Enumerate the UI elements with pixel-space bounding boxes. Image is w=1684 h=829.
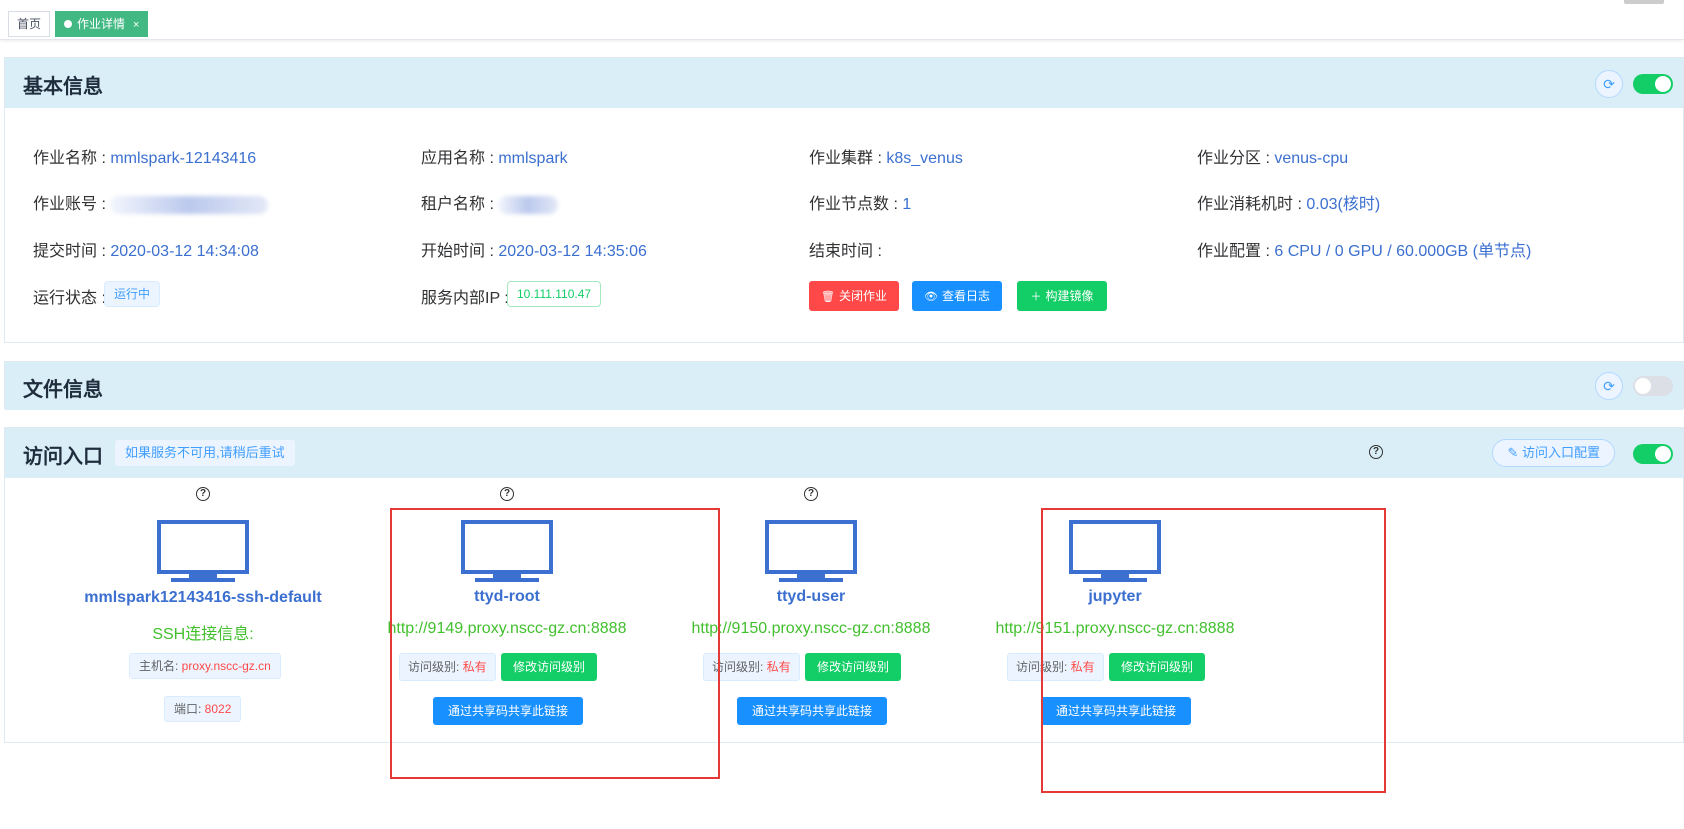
field-tenant: 租户名称 : (421, 190, 559, 214)
field-nodes: 作业节点数 : 1 (809, 196, 912, 213)
help-icon[interactable]: ? (1369, 445, 1383, 459)
refresh-icon[interactable]: ⟳ (1595, 70, 1623, 98)
build-image-button[interactable]: ＋构建镜像 (1017, 281, 1107, 311)
status-badge: 运行中 (104, 281, 161, 307)
entry-ssh: ? mmlspark12143416-ssh-default SSH连接信息: … (53, 478, 353, 738)
ssh-port-tag: 端口: 8022 (164, 696, 242, 722)
basic-info-title: 基本信息 (23, 76, 103, 98)
ssh-host-tag: 主机名: proxy.nscc-gz.cn (129, 653, 281, 679)
access-header: 访问入口 如果服务不可用,请稍后重试 ? ✎ 访问入口配置 (5, 428, 1683, 478)
eye-icon: 👁 (924, 291, 938, 303)
field-submit-time: 提交时间 : 2020-03-12 14:34:08 (33, 243, 259, 260)
modify-level-button[interactable]: 修改访问级别 (805, 653, 902, 681)
file-info-header: 文件信息 ⟳ (5, 362, 1683, 410)
field-cluster: 作业集群 : k8s_venus (809, 150, 963, 167)
field-internal-ip: 服务内部IP : (421, 290, 509, 307)
access-title: 访问入口 (23, 446, 103, 468)
file-info-toggle[interactable] (1633, 376, 1673, 396)
field-config: 作业配置 : 6 CPU / 0 GPU / 60.000GB (单节点) (1197, 243, 1532, 260)
field-cost: 作业消耗机时 : 0.03(核时) (1197, 196, 1381, 213)
redacted-account (110, 195, 269, 214)
monitor-icon[interactable] (765, 520, 857, 584)
entry-name[interactable]: mmlspark12143416-ssh-default (53, 589, 353, 607)
tab-job-detail[interactable]: 作业详情 × (55, 11, 149, 37)
monitor-icon[interactable] (157, 520, 249, 584)
tags-view-bar: 首页 作业详情 × (0, 0, 1684, 40)
ip-badge: 10.111.110.47 (507, 281, 602, 307)
access-config-button[interactable]: ✎ 访问入口配置 (1492, 439, 1615, 467)
field-partition: 作业分区 : venus-cpu (1197, 150, 1349, 167)
field-account: 作业账号 : (33, 190, 269, 214)
field-app-name: 应用名称 : mmlspark (421, 150, 568, 167)
access-hint: 如果服务不可用,请稍后重试 (115, 440, 295, 466)
trash-icon: 🗑 (821, 291, 835, 303)
plus-icon: ＋ (1030, 291, 1042, 303)
help-icon[interactable]: ? (804, 487, 818, 501)
highlight-box-jupyter (1041, 508, 1386, 793)
field-job-name: 作业名称 : mmlspark-12143416 (33, 150, 257, 167)
file-info-card: 文件信息 ⟳ (4, 361, 1684, 410)
redacted-tenant (498, 195, 559, 214)
tab-home[interactable]: 首页 (8, 11, 51, 37)
view-log-button[interactable]: 👁 查看日志 (912, 281, 1002, 311)
help-icon[interactable]: ? (500, 487, 514, 501)
share-link-button[interactable]: 通过共享码共享此链接 (737, 697, 887, 725)
refresh-icon[interactable]: ⟳ (1595, 372, 1623, 400)
field-status: 运行状态 : (33, 290, 106, 307)
ssh-info-label: SSH连接信息: (152, 626, 254, 643)
file-info-title: 文件信息 (23, 379, 103, 401)
field-end-time: 结束时间 : (809, 243, 882, 260)
basic-info-card: 基本信息 ⟳ 作业名称 : mmlspark-12143416 应用名称 : m… (4, 57, 1684, 343)
edit-icon: ✎ (1507, 445, 1522, 460)
help-icon[interactable]: ? (196, 487, 210, 501)
basic-info-toggle[interactable] (1633, 74, 1673, 94)
active-dot-icon (64, 20, 72, 28)
access-toggle[interactable] (1633, 444, 1673, 464)
field-start-time: 开始时间 : 2020-03-12 14:35:06 (421, 243, 647, 260)
close-icon[interactable]: × (133, 19, 139, 31)
scroll-stub (1624, 0, 1664, 4)
basic-info-header: 基本信息 ⟳ (5, 58, 1683, 108)
close-job-button[interactable]: 🗑 关闭作业 (809, 281, 899, 311)
highlight-box-ttyd-root (390, 508, 720, 779)
access-card: 访问入口 如果服务不可用,请稍后重试 ? ✎ 访问入口配置 ? mmlspark… (4, 427, 1684, 743)
tab-job-detail-label: 作业详情 (77, 17, 126, 31)
